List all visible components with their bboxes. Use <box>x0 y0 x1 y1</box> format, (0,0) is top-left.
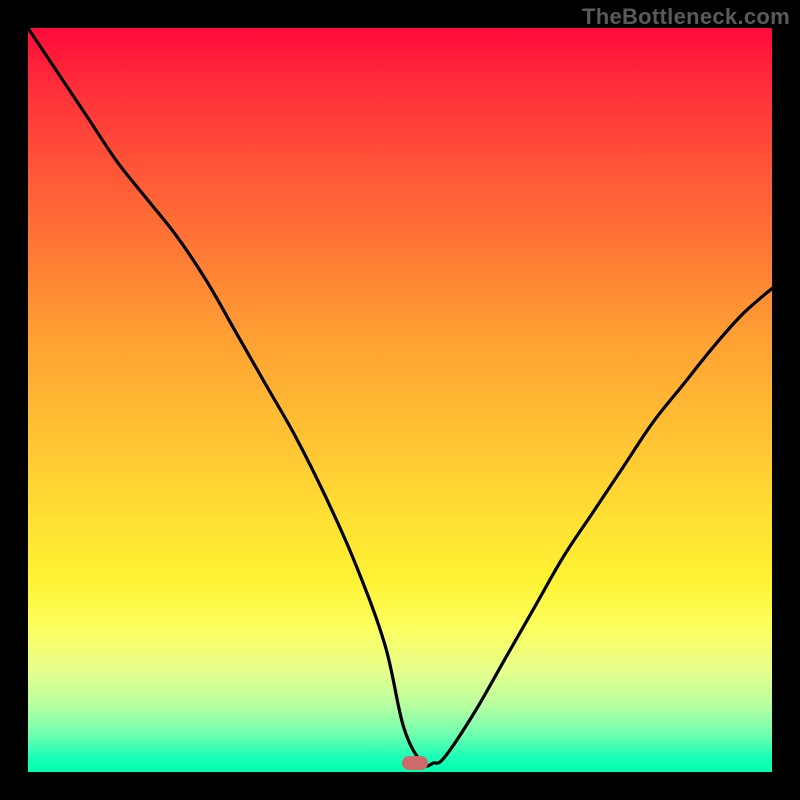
curve-svg <box>28 28 772 772</box>
min-marker <box>402 756 428 770</box>
watermark-text: TheBottleneck.com <box>582 4 790 30</box>
bottleneck-curve <box>28 28 772 766</box>
chart-stage: TheBottleneck.com <box>0 0 800 800</box>
plot-area <box>28 28 772 772</box>
